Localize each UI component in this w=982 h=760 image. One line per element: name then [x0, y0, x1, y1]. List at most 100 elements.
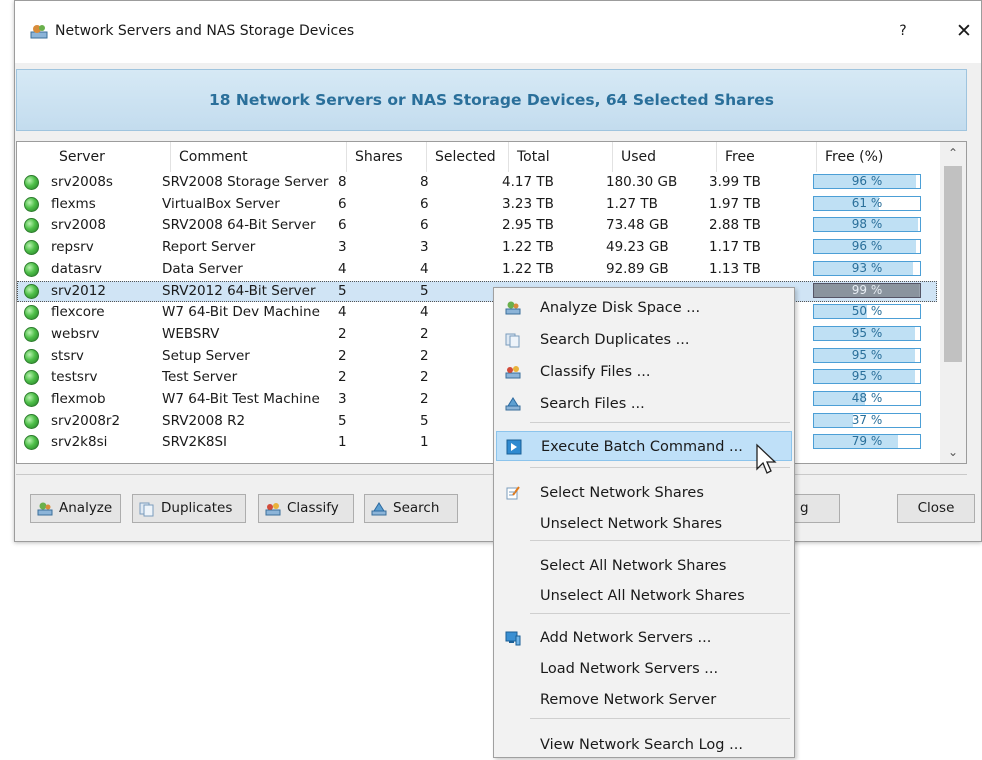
cell-comment: SRV2008 R2	[162, 412, 246, 429]
cell-comment: SRV2008 64-Bit Server	[162, 217, 316, 234]
cell-used: 73.48 GB	[606, 217, 669, 234]
search-files-icon	[505, 397, 521, 411]
analyze-icon	[505, 301, 521, 315]
free-percent-label: 95 %	[851, 369, 883, 384]
menu-item[interactable]: View Network Search Log ...	[496, 730, 792, 760]
cell-server: repsrv	[51, 239, 94, 256]
menu-item[interactable]: Unselect Network Shares	[496, 509, 792, 539]
menu-item[interactable]: Execute Batch Command ...	[496, 431, 792, 461]
cell-shares: 3	[338, 239, 347, 256]
menu-item-label: Unselect Network Shares	[540, 516, 723, 532]
cell-free: 1.13 TB	[709, 260, 761, 277]
table-row[interactable]: flexms VirtualBox Server 6 6 3.23 TB 1.27 TB 1…	[17, 194, 937, 216]
cell-shares: 2	[338, 325, 347, 342]
column-header[interactable]: Shares	[347, 142, 427, 172]
search-button[interactable]: Search	[364, 494, 458, 523]
cell-server: srv2008r2	[51, 412, 121, 429]
menu-item-label: Remove Network Server	[540, 692, 717, 708]
cell-server: flexmob	[51, 391, 106, 407]
free-percent-bar: 61 %	[813, 195, 921, 211]
table-row[interactable]: srv2012 SRV2012 64-Bit Server 5 5 99 %	[17, 280, 937, 303]
free-percent-label: 98 %	[851, 217, 883, 232]
table-row[interactable]: srv2008 SRV2008 64-Bit Server 6 6 2.95 TB 73.…	[17, 215, 937, 237]
servers-table[interactable]: Server Comment Shares Selected Total Used Free…	[16, 141, 967, 464]
table-row[interactable]: stsrv Setup Server 2 2 95 %	[17, 346, 937, 368]
add-servers-icon	[505, 631, 521, 646]
menu-item[interactable]: Unselect All Network Shares	[496, 581, 792, 611]
scroll-up-icon[interactable]: ⌃	[940, 142, 966, 164]
table-row[interactable]: websrv WEBSRV 2 2 95 %	[17, 324, 937, 346]
classify-button[interactable]: Classify	[258, 494, 354, 523]
divider	[16, 474, 967, 475]
classify-button-label: Classify	[287, 500, 339, 516]
table-row[interactable]: repsrv Report Server 3 3 1.22 TB 49.23 GB 1.17…	[17, 237, 937, 259]
analyze-button[interactable]: Analyze	[30, 494, 121, 523]
title-bar[interactable]: Network Servers and NAS Storage Devices …	[15, 1, 981, 63]
cell-shares: 5	[338, 282, 347, 299]
menu-item[interactable]: Select All Network Shares	[496, 551, 792, 581]
cell-used: 49.23 GB	[606, 239, 669, 256]
menu-item[interactable]: Select Network Shares	[496, 478, 792, 508]
cell-shares: 8	[338, 174, 347, 190]
close-window-icon[interactable]: ✕	[952, 18, 976, 44]
cell-selected: 1	[420, 434, 429, 451]
menu-item[interactable]: Classify Files ...	[496, 357, 792, 387]
scroll-thumb[interactable]	[944, 166, 962, 362]
column-header[interactable]: Free	[717, 142, 817, 172]
free-percent-bar: 79 %	[813, 434, 921, 450]
menu-item[interactable]: Remove Network Server	[496, 685, 792, 715]
scroll-down-icon[interactable]: ⌄	[940, 441, 966, 463]
duplicates-button[interactable]: Duplicates	[132, 494, 246, 523]
column-header[interactable]: Total	[509, 142, 613, 172]
menu-item-label: View Network Search Log ...	[540, 737, 743, 753]
free-percent-label: 95 %	[851, 325, 883, 340]
table-row[interactable]: testsrv Test Server 2 2 95 %	[17, 367, 937, 389]
column-header[interactable]: Free (%)	[817, 142, 941, 172]
cell-shares: 6	[338, 217, 347, 234]
table-row[interactable]: srv2008s SRV2008 Storage Server 8 8 4.17 TB 1…	[17, 172, 937, 194]
cell-comment: W7 64-Bit Test Machine	[162, 391, 320, 407]
column-header[interactable]: Server	[51, 142, 171, 172]
cell-selected: 6	[420, 217, 429, 234]
mouse-cursor-icon	[756, 443, 777, 474]
free-percent-label: 37 %	[851, 412, 883, 427]
cell-server: websrv	[51, 325, 100, 342]
free-percent-label: 50 %	[851, 304, 883, 319]
cell-total: 3.23 TB	[502, 195, 554, 212]
analyze-button-label: Analyze	[59, 500, 113, 516]
menu-item[interactable]: Search Files ...	[496, 389, 792, 419]
cell-selected: 2	[420, 391, 429, 407]
table-row[interactable]: flexcore W7 64-Bit Dev Machine 4 4 50 %	[17, 302, 937, 324]
classify-icon	[265, 503, 281, 516]
menu-item[interactable]: Add Network Servers ...	[496, 623, 792, 653]
free-percent-label: 61 %	[851, 195, 883, 210]
free-percent-label: 95 %	[851, 347, 883, 362]
status-ok-icon	[24, 283, 39, 299]
menu-item-label: Analyze Disk Space ...	[540, 300, 701, 316]
cell-selected: 2	[420, 369, 429, 386]
free-percent-label: 79 %	[851, 434, 883, 449]
help-button[interactable]: ?	[891, 19, 915, 43]
table-row[interactable]: srv2k8si SRV2K8SI 1 1 79 %	[17, 432, 937, 454]
cell-server: srv2012	[51, 282, 106, 299]
table-row[interactable]: datasrv Data Server 4 4 1.22 TB 92.89 GB 1.13 …	[17, 259, 937, 281]
column-header[interactable]: Used	[613, 142, 717, 172]
close-button[interactable]: Close	[897, 494, 975, 523]
cell-total: 4.17 TB	[502, 174, 554, 190]
cell-shares: 4	[338, 304, 347, 321]
table-row[interactable]: flexmob W7 64-Bit Test Machine 3 2 48 %	[17, 389, 937, 411]
cell-comment: Report Server	[162, 239, 256, 256]
cell-shares: 2	[338, 369, 347, 386]
cell-free: 3.99 TB	[709, 174, 761, 190]
summary-banner: 18 Network Servers or NAS Storage Device…	[16, 69, 967, 131]
menu-item-label: Add Network Servers ...	[540, 630, 712, 646]
column-header[interactable]: Comment	[171, 142, 347, 172]
cell-server: srv2008	[51, 217, 106, 234]
menu-item[interactable]: Search Duplicates ...	[496, 325, 792, 355]
menu-item[interactable]: Load Network Servers ...	[496, 654, 792, 684]
column-header[interactable]: Selected	[427, 142, 509, 172]
menu-item[interactable]: Analyze Disk Space ...	[496, 293, 792, 323]
vertical-scrollbar[interactable]: ⌃ ⌄	[940, 142, 966, 463]
table-row[interactable]: srv2008r2 SRV2008 R2 5 5 37 %	[17, 411, 937, 433]
cell-server: flexms	[51, 195, 96, 212]
